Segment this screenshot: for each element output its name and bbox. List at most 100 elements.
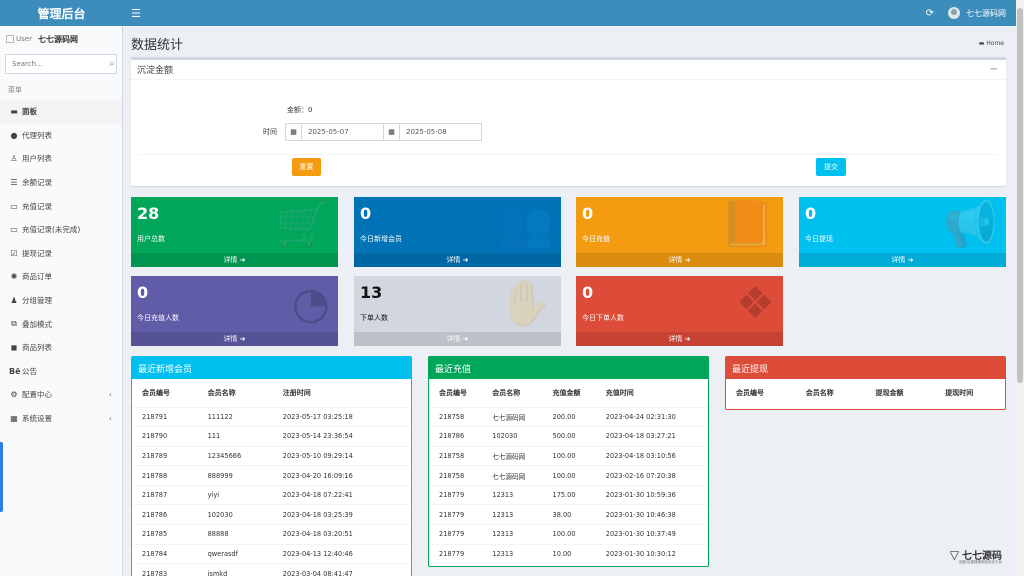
column-header: 充值金额 (552, 388, 581, 397)
table-row: 218758 七七源码网 100.00 2023-04-18 03:10:56 (429, 445, 708, 466)
table-cell: 2023-05-10 09:29:14 (272, 445, 411, 466)
more-label: 详情 (223, 256, 238, 264)
sidebar-item-products[interactable]: ◼ 商品列表 (0, 336, 122, 360)
breadcrumb-home[interactable]: Home (986, 40, 1004, 47)
pacman-icon: ◔ (291, 278, 330, 329)
broken-image-icon (6, 35, 14, 43)
calendar-icon[interactable]: ▦ (384, 124, 400, 140)
table-cell: 218784 (132, 543, 198, 564)
stat-more-link[interactable]: 详情 ➜ (799, 253, 1006, 267)
column-header: 会员名称 (207, 388, 236, 397)
stat-more-link[interactable]: 详情 ➜ (131, 332, 338, 346)
sidebar-item-label: 充值记录(未完成) (22, 225, 81, 235)
filter-box: 沉淀金额 − 金额：0 时间 ▦ 2025-05-07 ▦ 2025-05-08… (131, 57, 1006, 186)
amount-row: 金额：0 (287, 105, 312, 115)
table-cell: 2023-04-13 12:40:46 (272, 543, 411, 564)
menu-header: 菜单 (8, 86, 22, 94)
table-cell: 100.00 (542, 465, 596, 486)
table-cell: 218779 (429, 504, 483, 525)
reset-button[interactable]: 重置 (292, 158, 321, 176)
brand-logo[interactable]: 管理后台 (0, 0, 123, 26)
date-end-group[interactable]: ▦ 2025-05-08 (384, 123, 482, 141)
stat-more-link[interactable]: 详情 ➜ (576, 253, 783, 267)
stat-more-link[interactable]: 详情 ➜ (354, 332, 561, 346)
search-icon[interactable]: ⌕ (108, 59, 116, 69)
table-row: 218758 七七源码网 100.00 2023-02-16 07:20:38 (429, 465, 708, 486)
sidebar-item-recharge[interactable]: ▭ 充值记录 (0, 194, 122, 218)
dropbox-icon: ❖ (735, 278, 775, 329)
sidebar-item-stack-mode[interactable]: ⧉ 叠加模式 (0, 312, 122, 336)
more-label: 详情 (668, 256, 683, 264)
sidebar-item-withdraw[interactable]: ☑ 提现记录 (0, 242, 122, 266)
table-cell: 12345666 (197, 445, 273, 466)
navbar-username[interactable]: 七七源码网 (966, 8, 1006, 19)
column-header: 会员编号 (736, 389, 764, 397)
sidebar-item-label: 提现记录 (22, 248, 52, 258)
page-scrollbar[interactable] (1016, 0, 1024, 576)
date-start-group[interactable]: ▦ 2025-05-07 (285, 123, 384, 141)
table-cell: 2023-04-18 03:10:56 (595, 445, 708, 466)
sidebar-item-label: 公告 (22, 366, 37, 376)
table-row: 218787 yiyi 2023-04-18 07:22:41 (132, 484, 411, 505)
stat-today-recharge-users: 0 今日充值人数 ◔ 详情 ➜ (131, 276, 338, 346)
collapse-icon[interactable]: − (990, 64, 998, 75)
sidebar-item-agents[interactable]: ● 代理列表 (0, 124, 122, 148)
sidebar-item-label: 余额记录 (22, 178, 52, 188)
new-members-header: 最近新增会员 (132, 357, 411, 379)
table-cell: 10.00 (542, 543, 596, 564)
sidebar-item-groups[interactable]: ♟ 分组管理 (0, 289, 122, 313)
date-end-input[interactable]: 2025-05-08 (400, 124, 481, 140)
more-label: 详情 (891, 256, 906, 264)
hamburger-icon[interactable]: ☰ (129, 7, 143, 20)
submit-button[interactable]: 提交 (816, 158, 846, 176)
table-cell: 218779 (429, 524, 483, 545)
more-label: 详情 (668, 335, 683, 343)
date-row: 时间 ▦ 2025-05-07 ▦ 2025-05-08 (263, 123, 482, 141)
sidebar-item-notice[interactable]: Bē 公告 (0, 360, 122, 384)
column-header: 会员编号 (142, 388, 170, 397)
refresh-icon[interactable]: ⟳ (926, 8, 934, 19)
table-cell: 38.00 (542, 504, 596, 525)
column-header: 注册时间 (282, 388, 311, 397)
stat-value: 0 (137, 283, 149, 302)
table-cell: 12313 (482, 504, 543, 525)
table-row: 218758 七七源码网 200.00 2023-04-24 02:31:30 (429, 406, 708, 427)
table-icon: ▦ (10, 414, 18, 424)
table-cell: 218783 (132, 563, 198, 576)
search-input[interactable] (6, 60, 108, 68)
breadcrumb[interactable]: ▬ Home (979, 40, 1004, 47)
sidebar-item-orders[interactable]: ✺ 商品订单 (0, 265, 122, 289)
gear-icon: ✺ (10, 272, 18, 282)
sidebar-item-users[interactable]: ♙ 用户列表 (0, 147, 122, 171)
sidebar-item-config[interactable]: ⚙ 配置中心 ‹ (0, 383, 122, 407)
calendar-icon[interactable]: ▦ (286, 124, 302, 140)
sidebar-item-balance[interactable]: ☰ 余额记录 (0, 171, 122, 195)
table-header-row: 会员编号 会员名称 提现金额 提现时间 (726, 379, 1005, 407)
table-cell: 2023-04-18 03:20:51 (272, 524, 411, 545)
sidebar-item-recharge-pending[interactable]: ▭ 充值记录(未完成) (0, 218, 122, 242)
stat-more-link[interactable]: 详情 ➜ (131, 253, 338, 267)
cart-icon: 🛒 (275, 199, 330, 250)
scrollbar-thumb[interactable] (1017, 8, 1023, 383)
table-row: 218783 jsmkd 2023-03-04 08:41:47 (132, 563, 411, 576)
stat-more-link[interactable]: 详情 ➜ (354, 253, 561, 267)
withdrawals-box: 最近提现 会员编号 会员名称 提现金额 提现时间 (725, 356, 1006, 410)
floating-side-tab[interactable] (0, 442, 3, 512)
sidebar-item-system[interactable]: ▦ 系统设置 ‹ (0, 407, 122, 431)
table-cell: 218790 (132, 426, 198, 447)
sidebar-search: ⌕ (5, 54, 117, 74)
stat-label: 下单人数 (360, 314, 388, 322)
chevron-left-icon: ‹ (108, 390, 112, 400)
stat-label: 今日充值人数 (137, 314, 179, 322)
table-cell: 175.00 (542, 484, 596, 505)
stat-more-link[interactable]: 详情 ➜ (576, 332, 783, 346)
dashboard-icon: ▬ (978, 40, 985, 47)
avatar[interactable] (948, 7, 960, 19)
dashboard-icon: ▬ (10, 107, 18, 117)
users-icon: 👥 (498, 199, 553, 250)
sidebar-item-dashboard[interactable]: ▬ 面板 (0, 100, 122, 124)
date-start-input[interactable]: 2025-05-07 (302, 124, 383, 140)
table-cell: 七七源码网 (482, 465, 543, 486)
table-cell: 218787 (132, 484, 198, 505)
sidebar-menu: ▬ 面板 ● 代理列表 ♙ 用户列表 ☰ 余额记录 ▭ 充值记录 ▭ 充值记录(未完成) ☑… (0, 100, 122, 430)
